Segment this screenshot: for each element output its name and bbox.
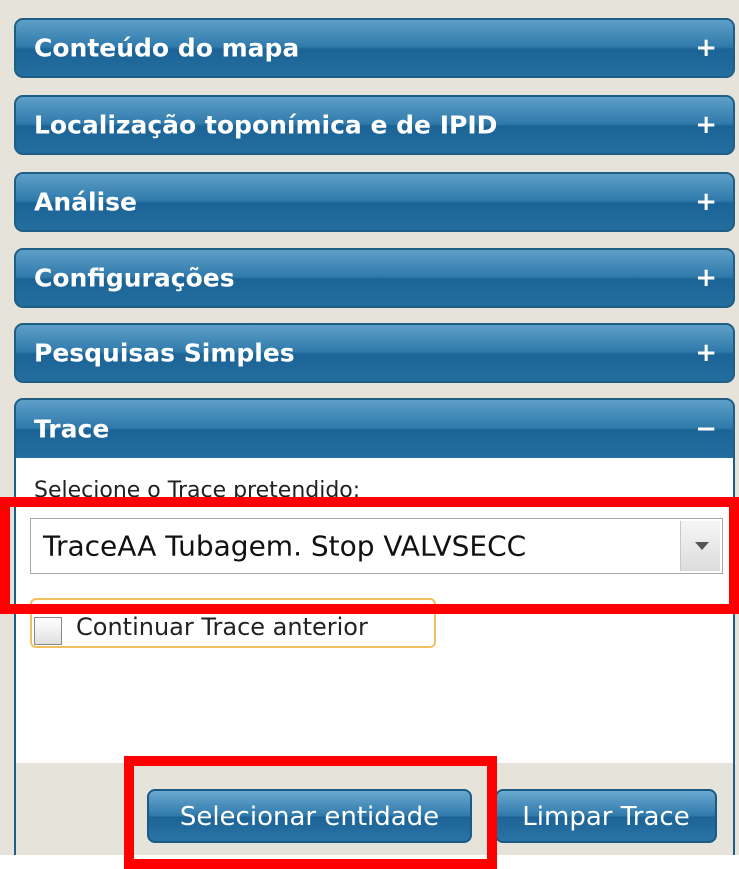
accordion-title: Análise: [34, 187, 137, 217]
collapse-icon[interactable]: −: [695, 416, 717, 442]
continue-trace-checkbox[interactable]: [34, 617, 62, 645]
accordion-pesquisas-simples[interactable]: Pesquisas Simples +: [14, 323, 735, 383]
accordion-trace[interactable]: Trace −: [14, 398, 735, 458]
accordion-title: Conteúdo do mapa: [34, 33, 300, 63]
accordion-conteudo-do-mapa[interactable]: Conteúdo do mapa +: [14, 18, 735, 78]
highlight-box-select: [0, 497, 739, 614]
continue-trace-label: Continuar Trace anterior: [76, 613, 368, 641]
expand-icon[interactable]: +: [695, 265, 717, 291]
accordion-analise[interactable]: Análise +: [14, 172, 735, 232]
accordion-title: Trace: [34, 414, 110, 444]
accordion-title: Configurações: [34, 263, 235, 293]
clear-trace-button[interactable]: Limpar Trace: [495, 789, 717, 843]
highlight-box-button: [124, 756, 497, 869]
expand-icon[interactable]: +: [695, 35, 717, 61]
expand-icon[interactable]: +: [695, 189, 717, 215]
side-panel: Conteúdo do mapa + Localização toponímic…: [0, 0, 739, 855]
expand-icon[interactable]: +: [695, 340, 717, 366]
expand-icon[interactable]: +: [695, 112, 717, 138]
accordion-localizacao-toponimica[interactable]: Localização toponímica e de IPID +: [14, 95, 735, 155]
accordion-configuracoes[interactable]: Configurações +: [14, 248, 735, 308]
accordion-title: Pesquisas Simples: [34, 338, 295, 368]
accordion-title: Localização toponímica e de IPID: [34, 110, 498, 140]
